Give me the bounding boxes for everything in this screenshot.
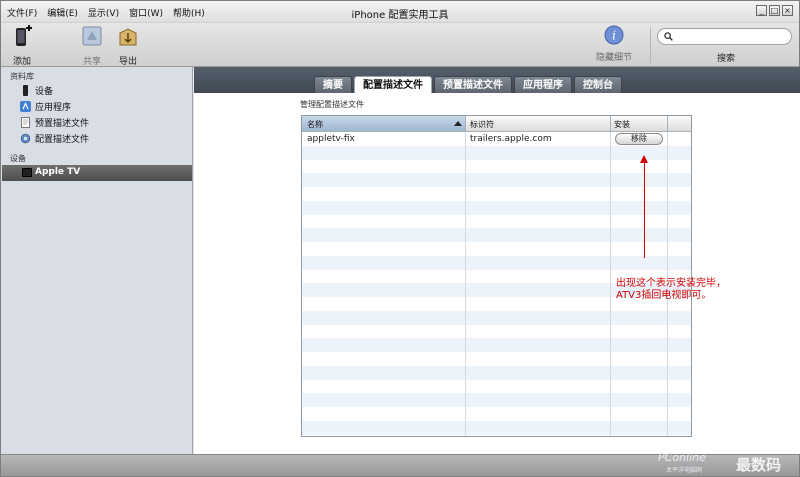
hide-details-label: 隐藏细节	[595, 53, 632, 63]
search-icon	[664, 32, 673, 41]
sidebar-item-label: 设备	[35, 86, 54, 97]
sidebar-item-apps[interactable]: 应用程序	[20, 99, 71, 113]
share-icon	[82, 26, 102, 46]
sort-ascending-icon	[454, 121, 462, 126]
toolbar: 添加 共享 导出 i 隐藏细节 搜索	[1, 23, 799, 67]
table-row	[302, 352, 691, 366]
minimize-button[interactable]: _	[756, 5, 767, 16]
watermark-subtitle: 太平洋电脑网	[666, 467, 703, 474]
close-button[interactable]: ×	[782, 5, 793, 16]
section-title: 管理配置描述文件	[300, 100, 364, 109]
tabs: 摘要 配置描述文件 预置描述文件 应用程序 控制台	[314, 76, 622, 93]
toolbar-divider	[650, 27, 651, 63]
window-controls: _ □ ×	[756, 5, 793, 16]
document-icon	[21, 116, 30, 128]
table-row	[302, 365, 691, 380]
sidebar-item-label: 应用程序	[35, 102, 72, 113]
sidebar-item-apple-tv[interactable]: Apple TV	[2, 165, 192, 181]
sidebar-item-configuration-profiles[interactable]: 配置描述文件	[20, 131, 89, 145]
profile-name: appletv-fix	[307, 134, 355, 144]
device-icon	[23, 84, 28, 96]
sidebar: 资料库 设备 应用程序 预置描述文件 配置描述文件 设备 Apple TV	[1, 67, 193, 454]
title-bar: 文件(F) 编辑(E) 显示(V) 窗口(W) 帮助(H) iPhone 配置实…	[1, 1, 799, 23]
table-row	[302, 200, 691, 215]
table-row	[302, 145, 691, 160]
column-header-name[interactable]	[302, 116, 466, 131]
apple-tv-icon	[22, 168, 32, 177]
sidebar-item-provisioning-profiles[interactable]: 预置描述文件	[20, 115, 89, 129]
app-store-icon	[20, 100, 31, 112]
table-row	[302, 380, 691, 394]
gear-icon	[20, 133, 31, 143]
annotation-arrow-line	[644, 161, 645, 258]
tab-applications[interactable]: 应用程序	[514, 76, 572, 93]
tab-console[interactable]: 控制台	[574, 76, 622, 93]
profiles-table: 名称 标识符 安装 appletv-fix trailers.apple.com…	[301, 115, 692, 437]
main-panel: 摘要 配置描述文件 预置描述文件 应用程序 控制台 管理配置描述文件 名称 标识…	[194, 67, 800, 454]
table-row	[302, 393, 691, 407]
column-divider	[610, 132, 611, 436]
watermark-brand: PConline	[658, 451, 706, 464]
devices-heading: 设备	[10, 154, 26, 163]
tab-summary[interactable]: 摘要	[314, 76, 352, 93]
table-row	[302, 255, 691, 270]
tab-bar: 摘要 配置描述文件 预置描述文件 应用程序 控制台	[194, 67, 800, 93]
search-field[interactable]	[657, 28, 792, 45]
table-row	[302, 420, 691, 435]
sidebar-item-label: Apple TV	[35, 167, 81, 177]
column-header-install[interactable]: 安装	[614, 119, 630, 130]
table-row	[302, 215, 691, 229]
column-header-name-label: 名称	[307, 120, 323, 129]
column-divider	[610, 116, 611, 132]
app-window: 文件(F) 编辑(E) 显示(V) 窗口(W) 帮助(H) iPhone 配置实…	[0, 0, 800, 477]
search-label: 搜索	[717, 54, 736, 64]
table-header: 名称 标识符 安装	[302, 116, 691, 132]
export-button[interactable]: 导出	[115, 25, 141, 67]
table-row	[302, 242, 691, 256]
export-label: 导出	[118, 57, 137, 67]
sidebar-item-label: 预置描述文件	[35, 118, 90, 129]
info-icon: i	[604, 25, 624, 45]
profile-identifier: trailers.apple.com	[470, 134, 552, 144]
hide-details-button[interactable]: i 隐藏细节	[595, 25, 633, 63]
share-label: 共享	[82, 57, 101, 67]
svg-text:i: i	[612, 29, 616, 43]
table-row	[302, 310, 691, 325]
annotation-line-1: 出现这个表示安装完毕，	[616, 278, 726, 289]
table-row	[302, 160, 691, 174]
remove-button[interactable]: 移除	[615, 133, 663, 145]
add-device-icon	[16, 25, 32, 46]
table-row	[302, 407, 691, 421]
annotation-text: 出现这个表示安装完毕， ATV3插回电视即可。	[616, 278, 726, 302]
tab-provisioning-profiles[interactable]: 预置描述文件	[434, 76, 512, 93]
sidebar-item-devices[interactable]: 设备	[20, 83, 53, 97]
watermark-logo: 最数码	[736, 456, 782, 474]
export-icon	[119, 28, 137, 46]
add-button[interactable]: 添加	[9, 25, 35, 67]
maximize-button[interactable]: □	[769, 5, 780, 16]
column-divider	[465, 132, 466, 436]
table-row	[302, 325, 691, 339]
column-divider	[667, 116, 668, 132]
library-heading: 资料库	[10, 72, 34, 81]
table-row	[302, 228, 691, 242]
table-row	[302, 338, 691, 352]
annotation-line-2: ATV3插回电视即可。	[616, 290, 712, 301]
column-header-identifier[interactable]: 标识符	[470, 119, 494, 130]
sidebar-item-label: 配置描述文件	[35, 134, 90, 145]
table-row	[302, 173, 691, 187]
window-title: iPhone 配置实用工具	[351, 10, 449, 21]
add-label: 添加	[12, 57, 31, 67]
table-row	[302, 187, 691, 201]
search-input[interactable]	[676, 30, 786, 43]
tab-configuration-profiles[interactable]: 配置描述文件	[354, 76, 432, 93]
share-button[interactable]: 共享	[79, 25, 105, 67]
